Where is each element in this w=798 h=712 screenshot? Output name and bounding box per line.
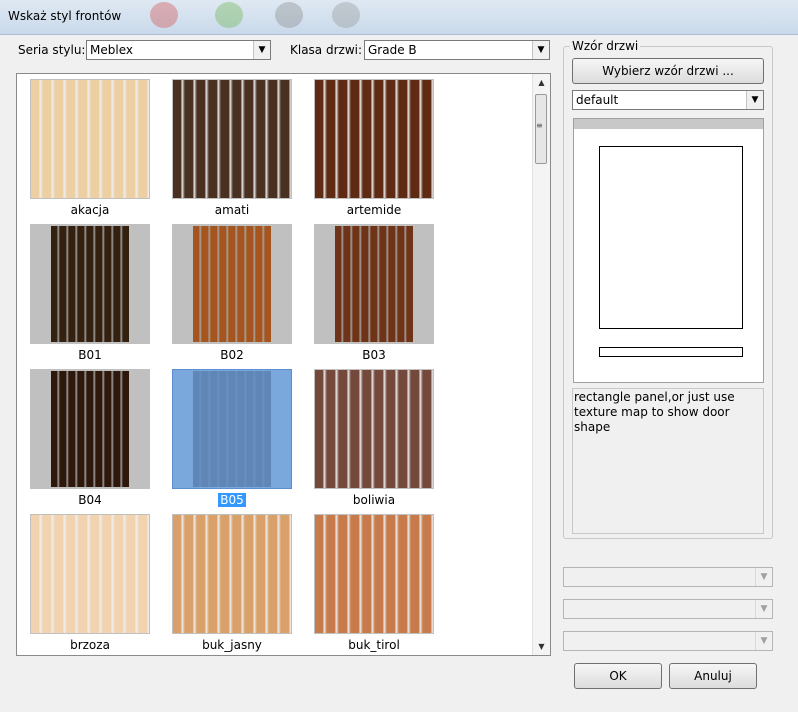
swatch-label-text: B03: [362, 348, 386, 362]
swatch-label[interactable]: amati: [172, 203, 292, 217]
swatch-label-text: buk_jasny: [202, 638, 262, 652]
door-pattern-description: rectangle panel,or just use texture map …: [572, 388, 764, 534]
swatch-texture: [335, 226, 413, 342]
swatch-texture: [51, 371, 129, 487]
door-class-select-value: Grade B: [368, 43, 417, 57]
swatch-label[interactable]: brzoza: [30, 638, 150, 652]
door-handle-shape: [599, 347, 743, 357]
chevron-down-icon: ▼: [755, 632, 772, 650]
door-style-select-value: default: [576, 93, 619, 107]
background-app-icon: [215, 2, 243, 28]
gallery-scrollbar[interactable]: ▲ ≡ ▼: [532, 74, 550, 655]
swatch-gallery[interactable]: akacja amati artemide B01 B02 B03 B04 B05 boliwi…: [16, 73, 551, 656]
swatch-label[interactable]: B05: [172, 493, 292, 507]
background-app-icon: [150, 2, 178, 28]
window-title: Wskaż styl frontów: [8, 9, 122, 23]
swatch-tile[interactable]: [172, 369, 292, 489]
background-app-icon: [275, 2, 303, 28]
background-app-icon: [332, 2, 360, 28]
chevron-down-icon[interactable]: ▼: [746, 91, 763, 109]
swatch-label-text: buk_tirol: [348, 638, 400, 652]
swatch-label-text: B01: [78, 348, 102, 362]
swatch-tile[interactable]: [314, 514, 434, 634]
swatch-tile[interactable]: [172, 79, 292, 199]
swatch-label-text: akacja: [70, 203, 110, 217]
swatch-tile[interactable]: [314, 79, 434, 199]
choose-door-pattern-button[interactable]: Wybierz wzór drzwi ...: [572, 58, 764, 84]
swatch-tile[interactable]: [30, 514, 150, 634]
disabled-select-1[interactable]: ▼: [563, 567, 773, 587]
ok-button-label: OK: [609, 669, 627, 683]
chevron-down-icon[interactable]: ▼: [532, 41, 549, 59]
swatch-tile[interactable]: [30, 369, 150, 489]
swatch-label-text: artemide: [346, 203, 402, 217]
swatch-label-text: B02: [220, 348, 244, 362]
door-preview: [573, 118, 764, 383]
door-style-select[interactable]: default ▼: [572, 90, 764, 110]
cancel-button[interactable]: Anuluj: [669, 663, 757, 689]
arrow-down-icon[interactable]: ▼: [533, 638, 550, 655]
swatch-texture: [193, 371, 271, 487]
door-pattern-group-title: Wzór drzwi: [570, 39, 641, 53]
swatch-tile[interactable]: [314, 224, 434, 344]
swatch-texture: [51, 226, 129, 342]
swatch-label-text: B05: [218, 493, 246, 507]
choose-door-pattern-label: Wybierz wzór drzwi ...: [602, 64, 734, 78]
disabled-select-3[interactable]: ▼: [563, 631, 773, 651]
swatch-label[interactable]: boliwia: [314, 493, 434, 507]
swatch-label-text: boliwia: [352, 493, 396, 507]
cancel-button-label: Anuluj: [694, 669, 732, 683]
ok-button[interactable]: OK: [574, 663, 662, 689]
swatch-label[interactable]: buk_jasny: [172, 638, 292, 652]
swatch-tile[interactable]: [314, 369, 434, 489]
swatch-label[interactable]: B02: [172, 348, 292, 362]
arrow-up-icon[interactable]: ▲: [533, 74, 550, 91]
series-select-value: Meblex: [90, 43, 133, 57]
swatch-label[interactable]: B03: [314, 348, 434, 362]
swatch-label[interactable]: artemide: [314, 203, 434, 217]
swatch-label-text: brzoza: [70, 638, 110, 652]
swatch-label-text: amati: [214, 203, 250, 217]
chevron-down-icon: ▼: [755, 600, 772, 618]
door-class-select[interactable]: Grade B ▼: [364, 40, 550, 60]
swatch-label[interactable]: B01: [30, 348, 150, 362]
swatch-label-text: B04: [78, 493, 102, 507]
chevron-down-icon: ▼: [755, 568, 772, 586]
preview-header-bar: [574, 119, 763, 129]
swatch-tile[interactable]: [30, 79, 150, 199]
swatch-texture: [193, 226, 271, 342]
swatch-tile[interactable]: [30, 224, 150, 344]
door-panel-shape: [599, 146, 743, 329]
series-select[interactable]: Meblex ▼: [86, 40, 271, 60]
swatch-label[interactable]: B04: [30, 493, 150, 507]
disabled-select-2[interactable]: ▼: [563, 599, 773, 619]
swatch-label[interactable]: akacja: [30, 203, 150, 217]
grip-icon: ≡: [536, 121, 543, 130]
door-class-label: Klasa drzwi:: [290, 43, 363, 57]
chevron-down-icon[interactable]: ▼: [253, 41, 270, 59]
swatch-tile[interactable]: [172, 514, 292, 634]
title-bar: Wskaż styl frontów: [0, 0, 798, 35]
series-label: Seria stylu:: [18, 43, 86, 57]
swatch-tile[interactable]: [172, 224, 292, 344]
swatch-label[interactable]: buk_tirol: [314, 638, 434, 652]
